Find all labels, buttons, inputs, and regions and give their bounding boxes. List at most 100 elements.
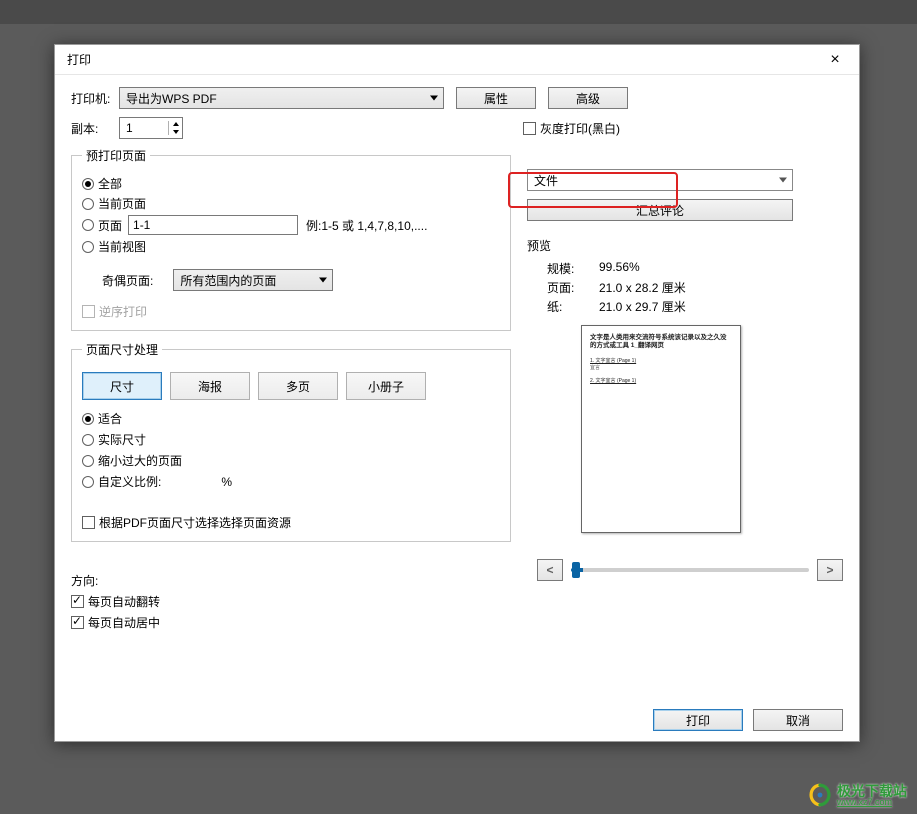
watermark-name: 极光下载站 (837, 784, 907, 798)
page-value: 21.0 x 28.2 厘米 (599, 279, 686, 296)
pdf-select-source-row[interactable]: 根据PDF页面尺寸选择选择页面资源 (82, 514, 500, 531)
auto-center-row[interactable]: 每页自动居中 (71, 614, 511, 631)
copies-row: 副本: 1 灰度打印(黑白) (71, 117, 843, 139)
close-button[interactable]: × (817, 48, 853, 72)
copies-label: 副本: (71, 120, 119, 137)
summarize-comments-button[interactable]: 汇总评论 (527, 199, 793, 221)
paper-key: 纸: (547, 298, 599, 315)
cancel-button[interactable]: 取消 (753, 709, 843, 731)
sizing-tabs: 尺寸 海报 多页 小册子 (82, 372, 500, 400)
dialog-title: 打印 (67, 51, 91, 68)
spin-down-icon[interactable] (173, 130, 179, 134)
radio-pages-label: 页面 (98, 217, 122, 234)
radio-current-label: 当前页面 (98, 195, 146, 212)
spin-up-icon[interactable] (173, 122, 179, 126)
preview-doc-h2: 2. 文字宜言 (Page 1) (590, 377, 732, 384)
grayscale-checkbox-row[interactable]: 灰度打印(黑白) (523, 120, 620, 137)
copies-value: 1 (126, 121, 133, 135)
radio-actual-row[interactable]: 实际尺寸 (82, 431, 500, 448)
dialog-content: 打印机: 导出为WPS PDF 属性 高级 副本: 1 灰度打印(黑白) 预打印 (55, 75, 859, 741)
copies-spinner[interactable]: 1 (119, 117, 183, 139)
paper-value: 21.0 x 29.7 厘米 (599, 298, 686, 315)
radio-shrink-label: 缩小过大的页面 (98, 452, 182, 469)
grayscale-checkbox[interactable] (523, 122, 536, 135)
reverse-print-row: 逆序打印 (82, 303, 500, 320)
swirl-icon (807, 782, 833, 808)
odd-even-value: 所有范围内的页面 (180, 272, 276, 289)
watermark-text: 极光下载站 www.xz7.com (837, 784, 907, 807)
radio-pages-row[interactable]: 页面 1-1 例:1-5 或 1,4,7,8,10,.... (82, 215, 500, 235)
slider-thumb[interactable] (572, 562, 580, 578)
reverse-label: 逆序打印 (99, 303, 147, 320)
scale-key: 规模: (547, 260, 599, 277)
right-column: 文件 汇总评论 预览 规模: 99.56% 页面: 21.0 x 28.2 厘米 (527, 147, 843, 701)
auto-rotate-row[interactable]: 每页自动翻转 (71, 593, 511, 610)
radio-fit-row[interactable]: 适合 (82, 410, 500, 427)
auto-rotate-checkbox[interactable] (71, 595, 84, 608)
radio-pages[interactable] (82, 219, 94, 231)
radio-currentview-label: 当前视图 (98, 238, 146, 255)
radio-current-row[interactable]: 当前页面 (82, 195, 500, 212)
odd-even-select[interactable]: 所有范围内的页面 (173, 269, 333, 291)
page-range-legend: 预打印页面 (82, 147, 150, 164)
radio-custom[interactable] (82, 476, 94, 488)
odd-even-label: 奇偶页面: (102, 272, 153, 289)
radio-custom-row[interactable]: 自定义比例: % (82, 473, 500, 490)
main-columns: 预打印页面 全部 当前页面 页面 1-1 (71, 147, 843, 701)
auto-center-checkbox[interactable] (71, 616, 84, 629)
auto-center-label: 每页自动居中 (88, 614, 160, 631)
printer-row: 打印机: 导出为WPS PDF 属性 高级 (71, 87, 843, 109)
pdf-select-source-checkbox[interactable] (82, 516, 95, 529)
page-key: 页面: (547, 279, 599, 296)
prev-page-button[interactable]: < (537, 559, 563, 581)
page-range-hint: 例:1-5 或 1,4,7,8,10,.... (306, 217, 427, 234)
print-button[interactable]: 打印 (653, 709, 743, 731)
radio-shrink[interactable] (82, 455, 94, 467)
tab-booklet[interactable]: 小册子 (346, 372, 426, 400)
preview-label: 预览 (527, 237, 843, 254)
radio-actual[interactable] (82, 434, 94, 446)
advanced-button[interactable]: 高级 (548, 87, 628, 109)
page-range-value: 1-1 (133, 218, 150, 232)
tab-poster[interactable]: 海报 (170, 372, 250, 400)
printer-select[interactable]: 导出为WPS PDF (119, 87, 444, 109)
percent-label: % (221, 475, 232, 489)
radio-shrink-row[interactable]: 缩小过大的页面 (82, 452, 500, 469)
radio-currentview-row[interactable]: 当前视图 (82, 238, 500, 255)
radio-all-label: 全部 (98, 175, 122, 192)
page-slider[interactable] (571, 568, 809, 572)
properties-button[interactable]: 属性 (456, 87, 536, 109)
preview-doc-title: 文字是人类用来交流符号系统该记录以及之久没的方式或工具 1_翻译网页 (590, 334, 732, 351)
paper-dim-row: 纸: 21.0 x 29.7 厘米 (547, 298, 843, 315)
preview-doc-h1: 1. 文字宜言 (Page 1) (590, 357, 732, 364)
preview-nav-row: < > (537, 559, 843, 581)
radio-all[interactable] (82, 178, 94, 190)
odd-even-row: 奇偶页面: 所有范围内的页面 (102, 269, 500, 291)
dialog-titlebar: 打印 × (55, 45, 859, 75)
watermark-logo: 极光下载站 www.xz7.com (807, 782, 907, 808)
page-sizing-legend: 页面尺寸处理 (82, 341, 162, 358)
tab-multi[interactable]: 多页 (258, 372, 338, 400)
left-column: 预打印页面 全部 当前页面 页面 1-1 (71, 147, 511, 701)
print-dialog: 打印 × 打印机: 导出为WPS PDF 属性 高级 副本: 1 灰度打印(黑白… (54, 44, 860, 742)
preview-page: 文字是人类用来交流符号系统该记录以及之久没的方式或工具 1_翻译网页 1. 文字… (581, 325, 741, 533)
summarize-comments-label: 汇总评论 (636, 202, 684, 219)
radio-fit[interactable] (82, 413, 94, 425)
orientation-label: 方向: (71, 572, 511, 589)
printer-label: 打印机: (71, 90, 119, 107)
size-options: 适合 实际尺寸 缩小过大的页面 (82, 410, 500, 490)
radio-currentview[interactable] (82, 241, 94, 253)
orientation-section: 方向: 每页自动翻转 每页自动居中 (71, 572, 511, 631)
page-range-group: 预打印页面 全部 当前页面 页面 1-1 (71, 147, 511, 331)
radio-all-row[interactable]: 全部 (82, 175, 500, 192)
radio-current[interactable] (82, 198, 94, 210)
document-select[interactable]: 文件 (527, 169, 793, 191)
next-page-button[interactable]: > (817, 559, 843, 581)
preview-doc-t1: 宜言 (590, 364, 732, 371)
page-sizing-group: 页面尺寸处理 尺寸 海报 多页 小册子 适合 (71, 341, 511, 542)
app-toolbar (0, 0, 917, 24)
scale-row: 规模: 99.56% (547, 260, 843, 277)
page-range-input[interactable]: 1-1 (128, 215, 298, 235)
reverse-checkbox (82, 305, 95, 318)
tab-size[interactable]: 尺寸 (82, 372, 162, 400)
